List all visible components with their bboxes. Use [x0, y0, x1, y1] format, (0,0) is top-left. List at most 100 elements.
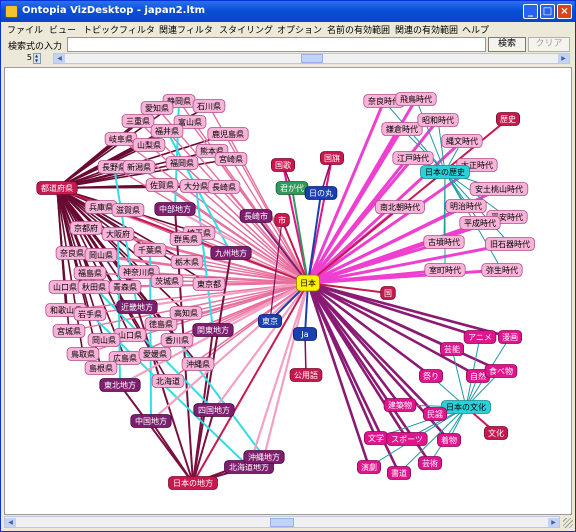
menu-association-scope[interactable]: 関連の有効範囲 [395, 23, 458, 36]
graph-node-iwate[interactable]: 岩手県 [73, 307, 107, 321]
graph-canvas[interactable]: 日本 都道府県 静岡県 愛知県 石川県 三重県 富山県 福井県 鹿児島県 岐阜県 山梨県 熊本県 長野県… [4, 67, 572, 515]
graph-node-tokyo_to[interactable]: 東京都 [192, 277, 226, 291]
menu-association-filter[interactable]: 関連フィルタ [159, 23, 213, 36]
menu-file[interactable]: ファイル [7, 23, 43, 36]
graph-node-tochigi[interactable]: 栃木県 [170, 255, 204, 269]
top-horizontal-scrollbar[interactable]: ◀ ▶ [53, 53, 570, 64]
graph-node-kyusekki[interactable]: 旧石器時代 [485, 237, 535, 251]
graph-node-kyoto[interactable]: 京都府 [69, 221, 103, 235]
graph-node-hinomaru[interactable]: 日の丸 [304, 186, 338, 200]
graph-node-kimigayo[interactable]: 君が代 [275, 181, 309, 195]
graph-node-nihon[interactable]: 日本 [295, 274, 320, 292]
scroll-left-icon[interactable]: ◀ [5, 518, 16, 527]
graph-node-hokkaido[interactable]: 北海道 [151, 374, 185, 388]
graph-node-tokyo[interactable]: 東京 [257, 314, 282, 328]
maximize-button[interactable]: □ [540, 4, 555, 19]
scroll-right-icon[interactable]: ▶ [558, 54, 569, 63]
graph-node-jomon[interactable]: 縄文時代 [441, 134, 483, 148]
graph-node-edo[interactable]: 江戸時代 [392, 151, 434, 165]
graph-node-kokka[interactable]: 国歌 [270, 158, 295, 172]
graph-node-shikoku[interactable]: 四国地方 [193, 403, 235, 417]
menu-styling[interactable]: スタイリング [219, 23, 273, 36]
graph-node-koyogo[interactable]: 公用語 [289, 368, 323, 382]
graph-node-shimane[interactable]: 島根県 [84, 361, 118, 375]
graph-node-nagoya[interactable]: 長崎市 [239, 209, 273, 223]
topic-map-graph[interactable]: 日本都道府県静岡県愛知県 石川県三重県 富山県福井県 鹿児島県岐阜県山梨県熊本県長野県… [5, 68, 572, 515]
graph-node-tohoku[interactable]: 東北地方 [99, 378, 141, 392]
graph-node-nihonnochiho[interactable]: 日本の地方 [168, 476, 218, 490]
graph-node-fukui[interactable]: 福井県 [150, 124, 184, 138]
graph-node-yayoi[interactable]: 弥生時代 [481, 263, 523, 277]
close-button[interactable]: × [557, 4, 572, 19]
graph-node-mie[interactable]: 三重県 [121, 114, 155, 128]
graph-node-azuchi[interactable]: 安土桃山時代 [469, 182, 529, 196]
graph-node-showa[interactable]: 昭和時代 [417, 113, 459, 127]
graph-node-nanboku[interactable]: 南北朝時代 [375, 200, 425, 214]
graph-node-kagawa[interactable]: 香川県 [160, 333, 194, 347]
scroll-left-icon[interactable]: ◀ [54, 54, 65, 63]
menu-view[interactable]: ビュー [49, 23, 76, 36]
graph-node-chugoku[interactable]: 中国地方 [130, 414, 172, 428]
graph-node-aomori[interactable]: 青森県 [108, 280, 142, 294]
bottom-horizontal-scrollbar[interactable]: ◀ ▶ [4, 516, 560, 528]
clear-button[interactable]: クリア [528, 37, 570, 52]
graph-node-ibaraki[interactable]: 茨城県 [150, 274, 184, 288]
graph-node-todofuken[interactable]: 都道府県 [36, 181, 78, 195]
graph-node-oita[interactable]: 大分県 [179, 179, 213, 193]
graph-node-shiga[interactable]: 滋賀県 [111, 203, 145, 217]
graph-node-chubu[interactable]: 中部地方 [154, 202, 196, 216]
graph-node-gifu[interactable]: 岐阜県 [104, 132, 138, 146]
graph-node-kochi[interactable]: 高知県 [169, 306, 203, 320]
graph-node-tottori[interactable]: 鳥取県 [66, 347, 100, 361]
graph-node-nihonnorekishi[interactable]: 日本の歴史 [420, 165, 470, 179]
graph-node-bungaku[interactable]: 文学 [363, 431, 388, 445]
graph-node-nara[interactable]: 奈良県 [55, 246, 89, 260]
scroll-right-icon[interactable]: ▶ [548, 518, 559, 527]
graph-node-osaka[interactable]: 大阪府 [101, 227, 135, 241]
graph-node-geino[interactable]: 芸能 [439, 342, 464, 356]
graph-node-bunka[interactable]: 文化 [483, 426, 508, 440]
minimize-button[interactable]: _ [523, 4, 538, 19]
graph-node-tabemono[interactable]: 食べ物 [484, 364, 518, 378]
graph-node-kimono[interactable]: 着物 [436, 433, 461, 447]
graph-node-fukushima[interactable]: 福島県 [73, 266, 107, 280]
graph-node-akita[interactable]: 秋田県 [77, 280, 111, 294]
depth-spinner[interactable]: ▲ ▼ [33, 53, 41, 64]
graph-node-niigata[interactable]: 新潟県 [122, 160, 156, 174]
graph-node-matsuri[interactable]: 祭り [418, 369, 443, 383]
graph-node-kagoshima[interactable]: 鹿児島県 [207, 127, 249, 141]
graph-node-saga[interactable]: 佐賀県 [145, 178, 179, 192]
graph-node-kofun[interactable]: 古墳時代 [423, 235, 465, 249]
graph-node-chiba[interactable]: 千葉県 [133, 243, 167, 257]
search-input[interactable] [67, 37, 486, 52]
menu-name-scope[interactable]: 名前の有効範囲 [327, 23, 390, 36]
graph-node-asuka[interactable]: 飛鳥時代 [395, 92, 437, 106]
graph-node-miyazaki[interactable]: 宮崎県 [214, 152, 248, 166]
graph-node-kyushu[interactable]: 九州地方 [210, 246, 252, 260]
graph-node-kanto[interactable]: 関東地方 [192, 323, 234, 337]
scroll-thumb[interactable] [301, 54, 323, 63]
graph-node-kenchiku[interactable]: 建築物 [383, 398, 417, 412]
graph-node-ja[interactable]: Ja [292, 327, 317, 341]
graph-node-aichi[interactable]: 愛知県 [140, 101, 174, 115]
graph-node-shi[interactable]: 市 [274, 213, 290, 227]
graph-node-rekishi[interactable]: 歴史 [495, 112, 520, 126]
graph-node-meiji[interactable]: 明治時代 [445, 199, 487, 213]
graph-node-okinawa_k[interactable]: 沖縄県 [181, 357, 215, 371]
graph-node-fukuoka[interactable]: 福岡県 [165, 156, 199, 170]
search-button[interactable]: 検索 [488, 37, 526, 52]
menu-topic-filter[interactable]: トピックフィルタ [83, 23, 155, 36]
graph-node-anime[interactable]: アニメ [463, 330, 497, 344]
menu-options[interactable]: オプション [277, 23, 322, 36]
graph-node-heisei[interactable]: 平成時代 [459, 216, 501, 230]
graph-node-engeki[interactable]: 演劇 [356, 460, 381, 474]
graph-node-geijutsu[interactable]: 芸術 [417, 456, 442, 470]
title-bar[interactable]: Ontopia VizDesktop - japan2.ltm _ □ × [1, 1, 575, 22]
spinner-down-icon[interactable]: ▼ [35, 59, 39, 63]
resize-grip-icon[interactable] [563, 518, 573, 528]
depth-value[interactable]: 5 [23, 53, 32, 64]
graph-node-nagasaki[interactable]: 長崎県 [207, 180, 241, 194]
graph-node-yamanashi[interactable]: 山梨県 [132, 138, 166, 152]
graph-node-tokushima[interactable]: 徳島県 [144, 317, 178, 331]
graph-node-manga[interactable]: 漫画 [497, 330, 522, 344]
